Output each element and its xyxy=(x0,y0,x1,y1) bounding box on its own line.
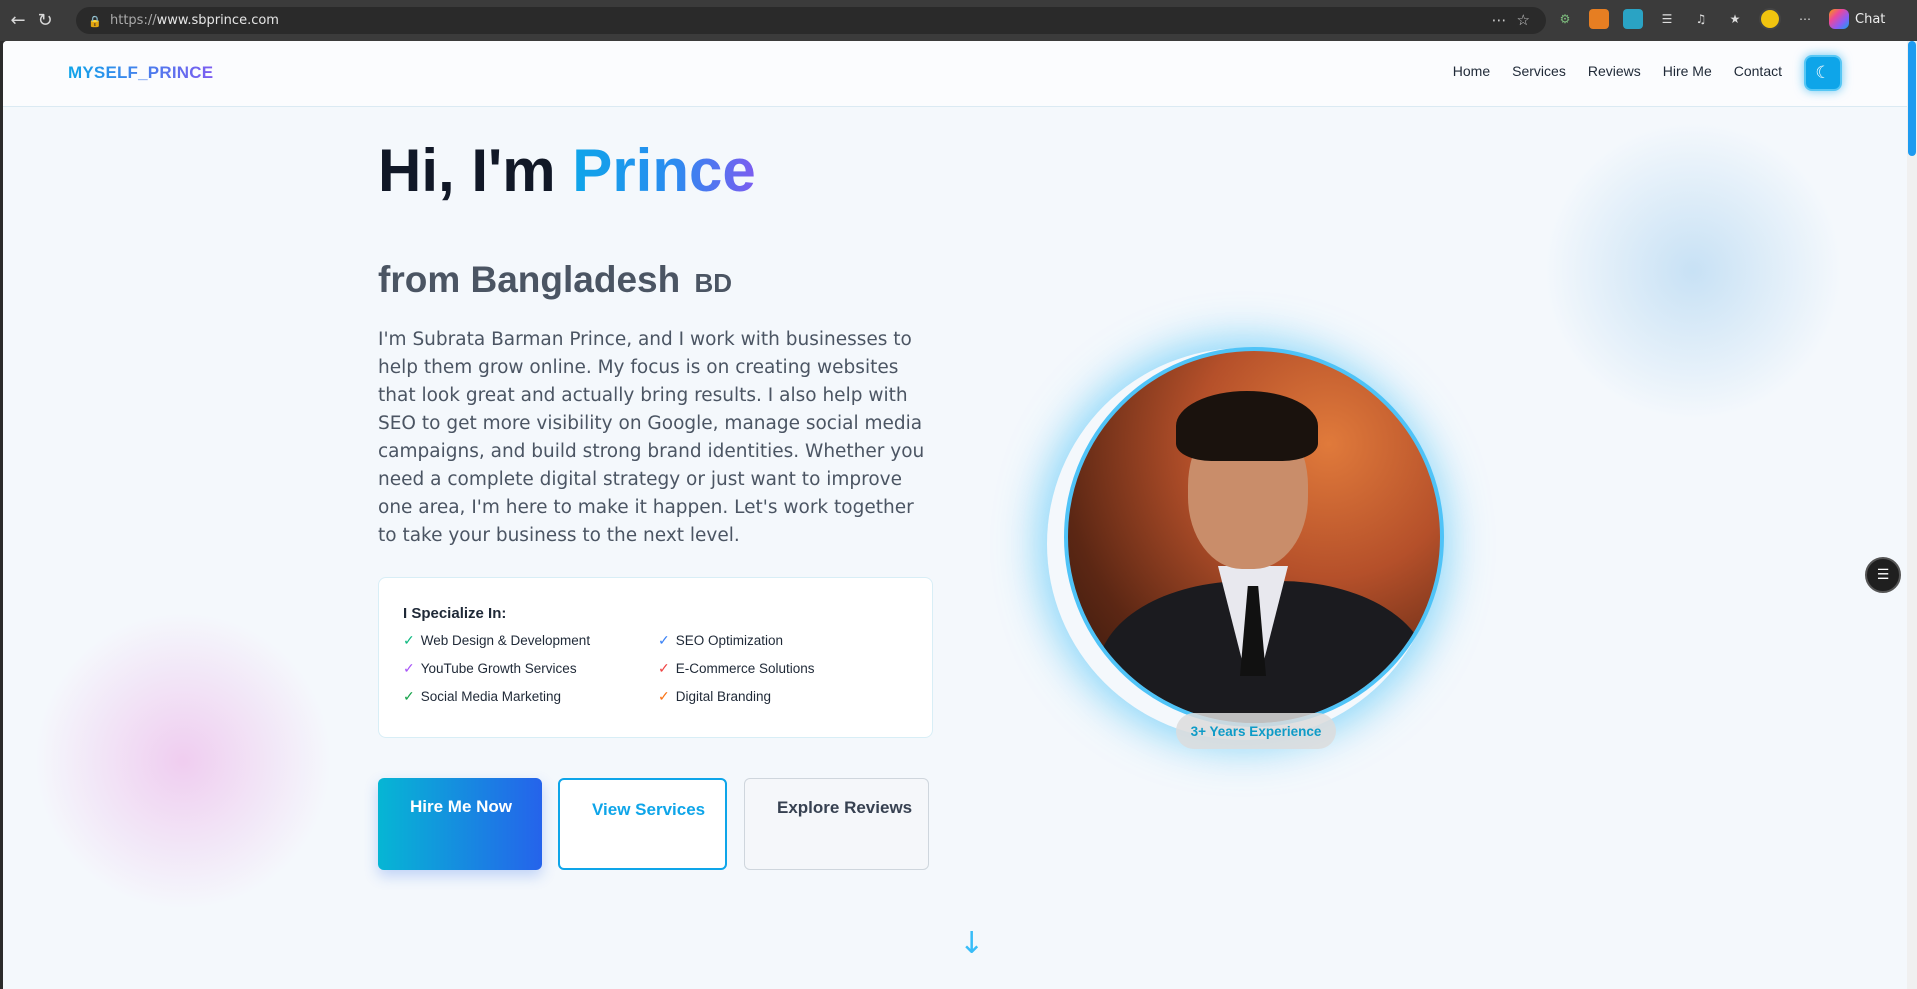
hero-greeting: Hi, I'm xyxy=(378,137,573,204)
view-services-button[interactable]: View Services xyxy=(558,778,727,870)
scrollbar[interactable] xyxy=(1907,41,1917,989)
check-icon: ✓ xyxy=(403,632,415,648)
nav-reviews[interactable]: Reviews xyxy=(1588,63,1641,79)
profile-avatar[interactable] xyxy=(1759,8,1781,30)
extension-icon[interactable] xyxy=(1623,9,1643,29)
lock-icon: 🔒 xyxy=(88,14,102,28)
specialty-label: YouTube Growth Services xyxy=(420,661,577,676)
scroll-down-icon[interactable]: ↓ xyxy=(959,926,984,961)
nav-services[interactable]: Services xyxy=(1512,63,1566,79)
specialty-item: ✓ Social Media Marketing xyxy=(403,688,561,705)
specialty-item: ✓ YouTube Growth Services xyxy=(403,660,577,677)
media-icon[interactable]: ♫ xyxy=(1691,9,1711,29)
url-scheme: https:// xyxy=(110,13,157,28)
chat-label: Chat xyxy=(1855,11,1886,27)
hero-description: I'm Subrata Barman Prince, and I work wi… xyxy=(378,329,925,546)
specialty-item: ✓ E-Commerce Solutions xyxy=(658,660,815,677)
specialty-label: SEO Optimization xyxy=(675,633,784,648)
theme-toggle-button[interactable]: ☾ xyxy=(1804,55,1842,91)
decorative-blob xyxy=(1543,121,1843,421)
check-icon: ✓ xyxy=(403,660,415,676)
check-icon: ✓ xyxy=(658,660,670,676)
check-icon: ✓ xyxy=(658,688,670,704)
sidebar-widget-icon[interactable]: ☰ xyxy=(1865,557,1901,593)
extensions-puzzle-icon[interactable]: ☰ xyxy=(1657,9,1677,29)
extension-icon[interactable]: ⚙ xyxy=(1555,9,1575,29)
country-flag-code: BD xyxy=(694,268,733,298)
scrollbar-thumb[interactable] xyxy=(1908,41,1916,156)
profile-photo xyxy=(1064,347,1444,727)
address-bar[interactable]: 🔒 https://www.sbprince.com ⋯ ☆ xyxy=(76,7,1546,34)
specialties-title: I Specialize In: xyxy=(403,605,507,622)
explore-reviews-button[interactable]: Explore Reviews xyxy=(744,778,929,870)
hero-title: Hi, I'm Prince xyxy=(378,136,756,205)
experience-badge: 3+ Years Experience xyxy=(1176,713,1336,749)
extension-icon[interactable] xyxy=(1589,9,1609,29)
reader-icon[interactable]: ⋯ xyxy=(1492,11,1507,29)
hero-subtitle: from Bangladesh BD xyxy=(378,259,732,301)
site-header: MYSELF_PRINCE Home Services Reviews Hire… xyxy=(3,41,1907,107)
browser-toolbar: ← ↻ 🔒 https://www.sbprince.com ⋯ ☆ ⚙ ☰ ♫… xyxy=(0,0,1917,41)
site-logo[interactable]: MYSELF_PRINCE xyxy=(68,63,213,83)
moon-icon: ☾ xyxy=(1815,63,1831,83)
decorative-blob xyxy=(33,611,333,911)
hero-name: Prince xyxy=(572,137,756,204)
hire-me-now-button[interactable]: Hire Me Now xyxy=(378,778,542,870)
specialty-item: ✓ Web Design & Development xyxy=(403,632,590,649)
specialty-label: Web Design & Development xyxy=(420,633,591,648)
page-viewport: MYSELF_PRINCE Home Services Reviews Hire… xyxy=(3,41,1907,989)
specialty-label: E-Commerce Solutions xyxy=(675,661,815,676)
nav-contact[interactable]: Contact xyxy=(1734,63,1782,79)
refresh-icon[interactable]: ↻ xyxy=(27,2,63,38)
main-nav: Home Services Reviews Hire Me Contact xyxy=(1453,63,1782,79)
nav-home[interactable]: Home xyxy=(1453,63,1490,79)
favorites-icon[interactable]: ★ xyxy=(1725,9,1745,29)
check-icon: ✓ xyxy=(658,632,670,648)
favorite-star-icon[interactable]: ☆ xyxy=(1517,11,1530,29)
specialty-label: Social Media Marketing xyxy=(420,689,562,704)
more-icon[interactable]: ⋯ xyxy=(1795,9,1815,29)
check-icon: ✓ xyxy=(403,688,415,704)
hero-from: from Bangladesh xyxy=(378,259,681,300)
copilot-chat-button[interactable]: Chat xyxy=(1829,9,1885,29)
specialty-item: ✓ Digital Branding xyxy=(658,688,771,705)
specialties-card: I Specialize In: ✓ Web Design & Developme… xyxy=(378,577,933,738)
copilot-icon xyxy=(1829,9,1849,29)
url-host: www.sbprince.com xyxy=(156,13,279,28)
specialty-item: ✓ SEO Optimization xyxy=(658,632,783,649)
specialty-label: Digital Branding xyxy=(675,689,772,704)
nav-hire-me[interactable]: Hire Me xyxy=(1663,63,1712,79)
